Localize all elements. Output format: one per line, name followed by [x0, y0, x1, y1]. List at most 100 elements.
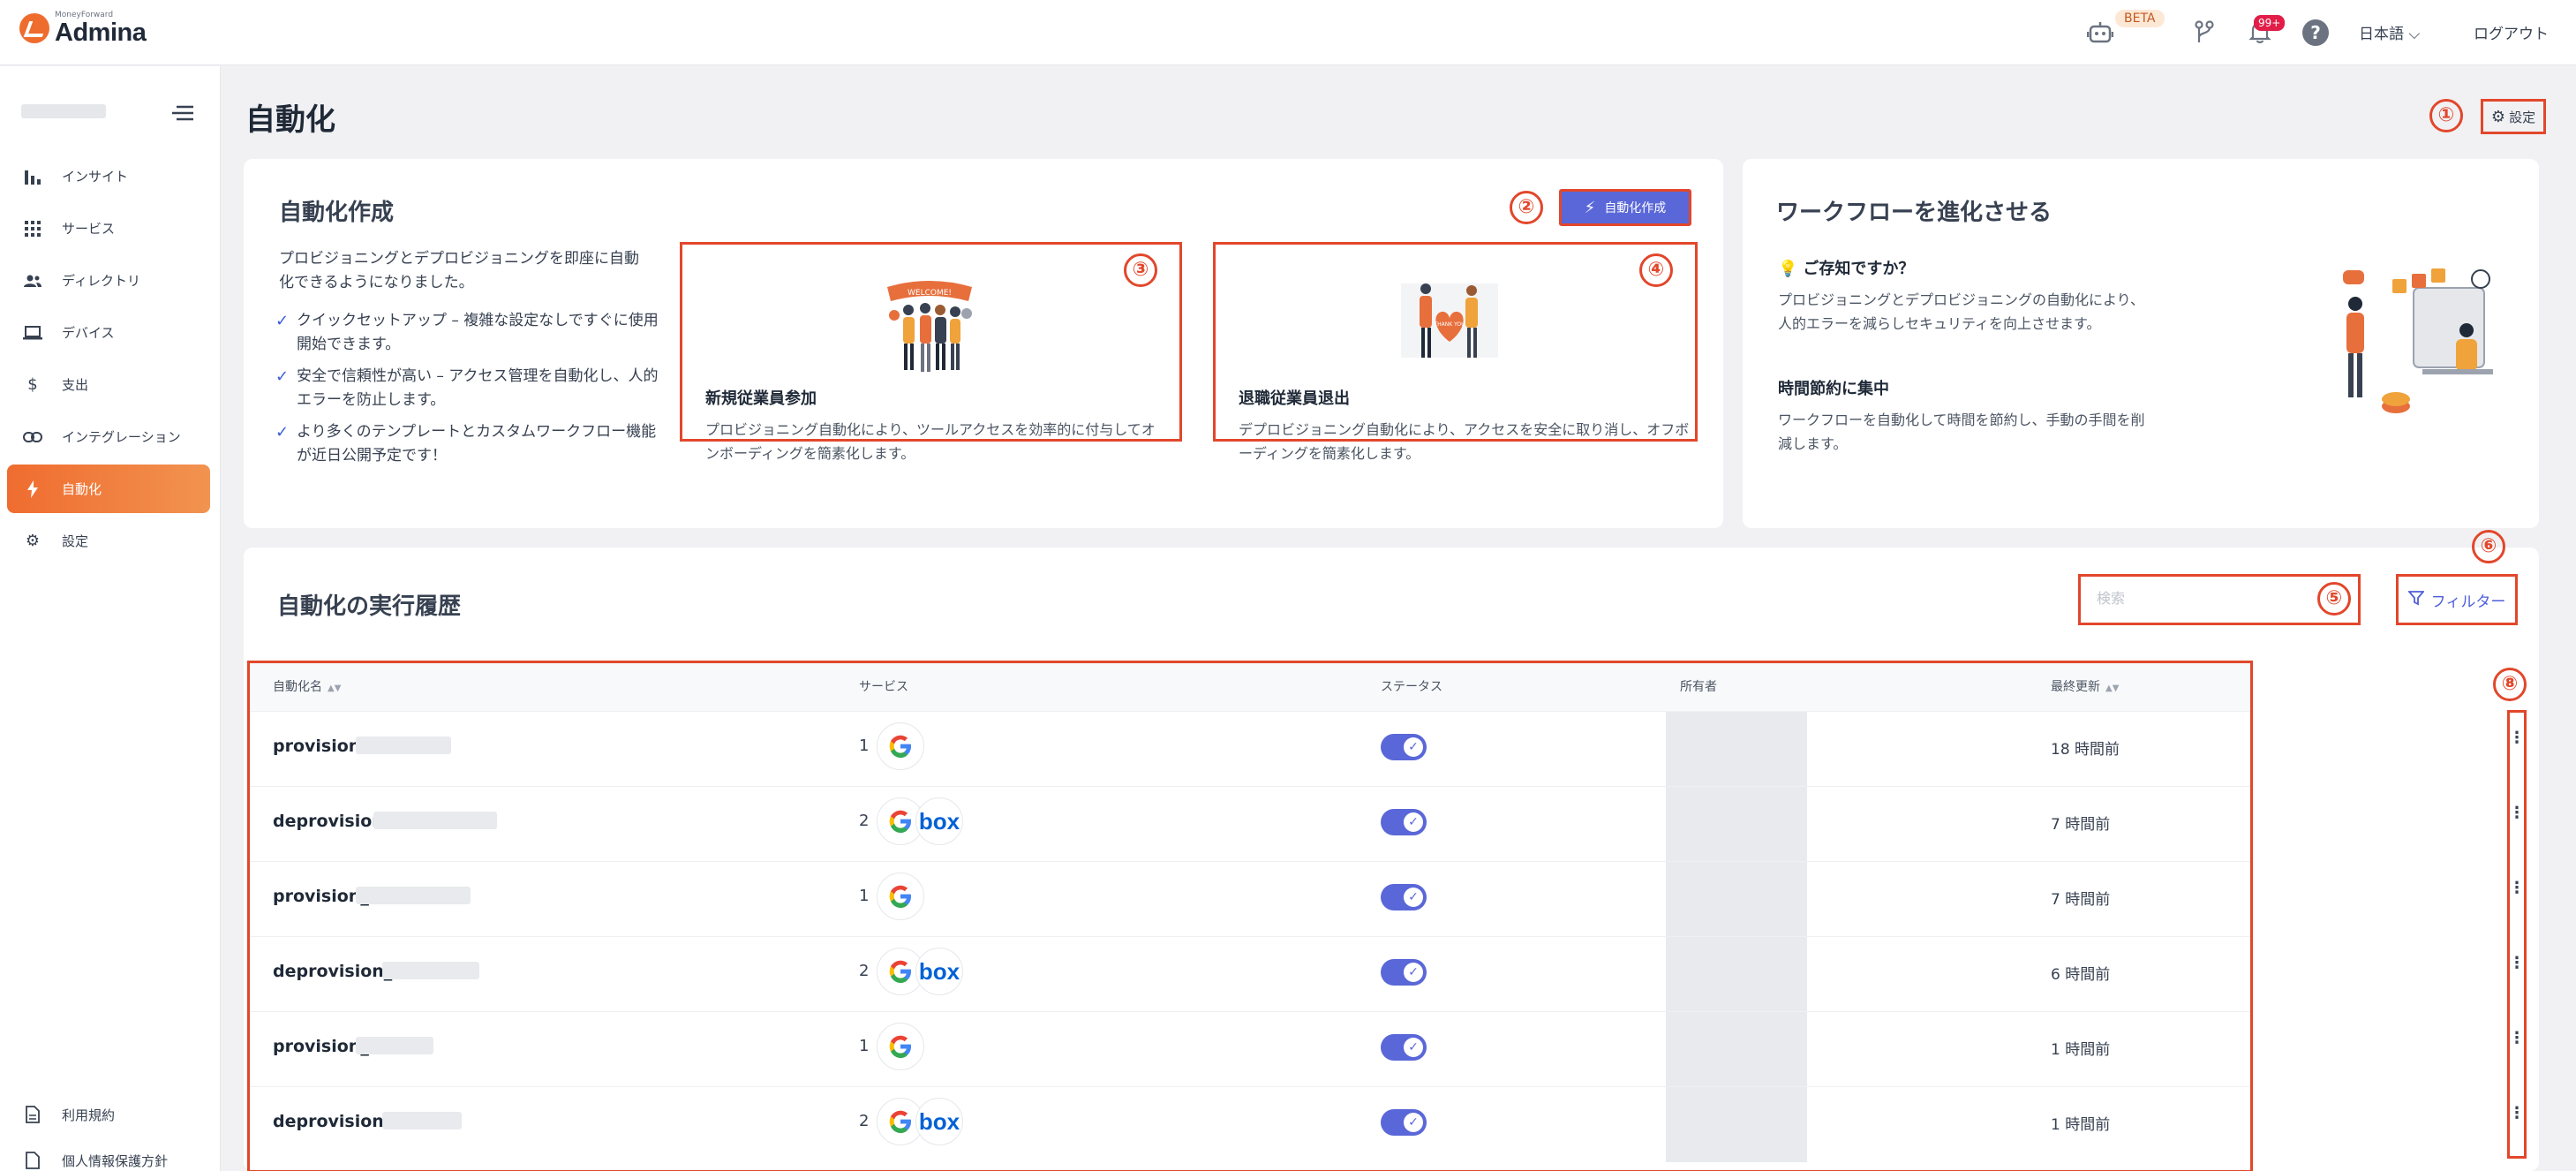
sidebar-item-insights[interactable]: インサイト [7, 152, 210, 200]
table-row[interactable]: provision 1 18 時間前 [250, 711, 2250, 787]
callout-2: ② [1510, 191, 1543, 224]
sidebar-item-label: 自動化 [62, 481, 102, 497]
row-actions-column [2507, 710, 2527, 1159]
admina-logo[interactable]: MoneyForward Admina [19, 11, 147, 47]
feature-list: ✓ クイックセットアップ – 複雑な設定なしですぐに使用開始できます。 ✓ 安全で信… [275, 309, 664, 476]
create-automation-button[interactable]: ⚡ 自動化作成 [1559, 189, 1691, 226]
organization-name-redacted [21, 104, 106, 118]
table-row[interactable]: provision_ 1 7 時間前 [250, 861, 2250, 937]
sidebar-item-directory[interactable]: ディレクトリ [7, 256, 210, 305]
history-search-input[interactable] [2097, 589, 2291, 610]
sidebar-item-label: インテグレーション [62, 429, 181, 445]
table-row[interactable]: deprovision 2 box 7 時間前 [250, 786, 2250, 862]
template-onboarding-card[interactable]: ③ WELCOME! 新規従業員参加 プロビジョニング自動化により、ツールアクセ… [680, 242, 1182, 462]
column-header-updated[interactable]: 最終更新 ▲▼ [2051, 677, 2119, 695]
row-actions-kebab-icon[interactable]: ⋮ [2507, 796, 2527, 831]
laptop-icon [23, 323, 42, 343]
sidebar-item-label: 設定 [62, 533, 89, 549]
column-header-owner: 所有者 [1680, 680, 1717, 694]
callout-3: ③ [1124, 253, 1157, 287]
help-icon[interactable]: ? [2302, 19, 2329, 46]
row-actions-kebab-icon[interactable]: ⋮ [2507, 946, 2527, 981]
row-actions-kebab-icon[interactable]: ⋮ [2507, 1021, 2527, 1056]
sidebar-item-automation[interactable]: 自動化 [7, 465, 210, 513]
gear-icon: ⚙ [25, 532, 41, 550]
document-icon [23, 1105, 42, 1124]
check-icon: ✓ [275, 312, 290, 330]
sidebar-item-settings[interactable]: ⚙ 設定 [7, 517, 210, 565]
automation-name[interactable]: deprovision [273, 812, 384, 831]
language-selector[interactable]: 日本語 ⌵ [2359, 21, 2420, 43]
last-updated: 6 時間前 [2051, 966, 2111, 984]
sidebar-item-spend[interactable]: $ 支出 [7, 360, 210, 409]
sidebar-item-privacy[interactable]: 個人情報保護方針 [7, 1139, 210, 1171]
owner-redacted [1666, 1087, 1807, 1162]
status-toggle[interactable] [1381, 884, 1427, 910]
redacted-text [373, 812, 497, 829]
row-actions-kebab-icon[interactable]: ⋮ [2507, 871, 2527, 906]
table-row[interactable]: deprovision_ 2 box 6 時間前 [250, 936, 2250, 1012]
table-header: 自動化名 ▲▼ サービス ステータス 所有者 最終更新 ▲▼ [250, 663, 2250, 711]
create-intro-text: プロビジョニングとデプロビジョニングを即座に自動化できるようになりました。 [279, 250, 639, 291]
status-toggle[interactable] [1381, 959, 1427, 986]
automation-settings-button[interactable]: ⚙ 設定 [2481, 99, 2546, 134]
create-button-label: 自動化作成 [1604, 201, 1667, 215]
redacted-text [382, 962, 479, 979]
owner-redacted [1666, 937, 1807, 1012]
brand-name: Admina [55, 19, 147, 47]
sort-icon: ▲▼ [328, 684, 342, 693]
google-logo-icon [877, 873, 924, 920]
column-header-service: サービス [859, 680, 908, 694]
welcome-illustration: WELCOME! [887, 281, 972, 372]
filter-button[interactable]: フィルター [2396, 574, 2518, 625]
automation-name[interactable]: provision_ [273, 1037, 369, 1056]
beta-badge: BETA [2115, 10, 2165, 27]
gear-icon: ⚙ [2490, 107, 2506, 126]
bolt-icon: ⚡ [1584, 198, 1596, 217]
redacted-text [356, 887, 471, 904]
lightbulb-icon: 💡 [1778, 260, 1798, 278]
automation-name[interactable]: provision [273, 737, 360, 756]
box-logo-icon: box [915, 1098, 963, 1145]
table-row[interactable]: provision_ 1 1 時間前 [250, 1011, 2250, 1087]
callout-6: ⑥ [2472, 530, 2505, 563]
owner-redacted [1666, 1012, 1807, 1087]
dollar-icon: $ [27, 375, 38, 394]
service-count: 1 [859, 737, 870, 755]
logout-link[interactable]: ログアウト [2474, 21, 2549, 43]
row-actions-kebab-icon[interactable]: ⋮ [2507, 721, 2527, 756]
sidebar-item-devices[interactable]: デバイス [7, 308, 210, 357]
template-offboarding-card[interactable]: ④ THANK YOU 退職従業員退出 デプロビジョニング自動化により、アクセス… [1213, 242, 1698, 462]
branch-icon[interactable] [2193, 19, 2216, 44]
redacted-text [382, 1112, 462, 1129]
notification-count-badge: 99+ [2254, 15, 2286, 31]
automation-name[interactable]: provision_ [273, 887, 369, 906]
filter-icon [2407, 590, 2425, 610]
sidebar-item-services[interactable]: サービス [7, 204, 210, 253]
automation-name[interactable]: deprovision_ [273, 962, 392, 981]
history-search-box[interactable]: ⑤ [2078, 574, 2361, 625]
last-updated: 7 時間前 [2051, 891, 2111, 909]
automation-name[interactable]: deprovision [273, 1112, 384, 1131]
workflow-illustration [2343, 268, 2493, 413]
settings-button-label: 設定 [2509, 109, 2536, 125]
last-updated: 18 時間前 [2051, 741, 2120, 759]
last-updated: 7 時間前 [2051, 816, 2111, 834]
workflow-tips-card: ワークフローを進化させる 💡 ご存知ですか？ プロビジョニングとデプロビジョニング… [1743, 159, 2539, 528]
status-toggle[interactable] [1381, 734, 1427, 760]
check-icon: ✓ [275, 423, 290, 442]
status-toggle[interactable] [1381, 809, 1427, 835]
status-toggle[interactable] [1381, 1034, 1427, 1061]
robot-icon[interactable] [2087, 21, 2113, 44]
row-actions-kebab-icon[interactable]: ⋮ [2507, 1096, 2527, 1131]
thank-you-heart-text: THANK YOU [1433, 321, 1465, 328]
tip-text: プロビジョニングとデプロビジョニングの自動化により、人的エラーを減らしセキュリテ… [1778, 291, 2145, 332]
sidebar-item-integrations[interactable]: インテグレーション [7, 412, 210, 461]
table-row[interactable]: deprovision 2 box 1 時間前 [250, 1086, 2250, 1162]
status-toggle[interactable] [1381, 1109, 1427, 1136]
sidebar-item-terms[interactable]: 利用規約 [7, 1093, 210, 1136]
menu-collapse-icon[interactable] [171, 104, 194, 122]
column-header-name[interactable]: 自動化名 ▲▼ [273, 677, 341, 695]
automation-create-card: 自動化作成 プロビジョニングとデプロビジョニングを即座に自動化できるようになりま… [244, 159, 1723, 528]
column-header-status: ステータス [1381, 680, 1442, 694]
